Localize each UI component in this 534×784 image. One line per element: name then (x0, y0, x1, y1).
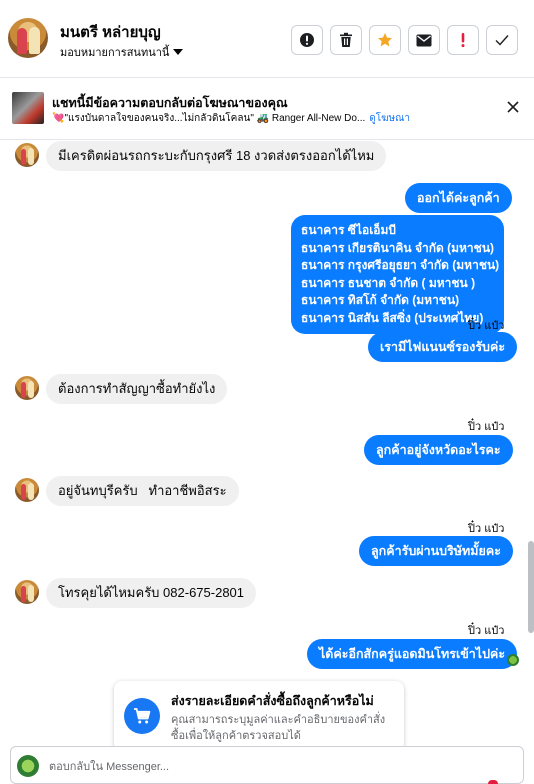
view-ad-link[interactable]: ดูโฆษณา (369, 113, 410, 124)
reply-composer[interactable]: ตอบกลับใน Messenger... (10, 746, 524, 784)
spam-button[interactable] (447, 25, 479, 55)
customer-avatar-small (15, 580, 39, 604)
bank-line: ธนาคาร ทิสโก้ จำกัด (มหาชน) (301, 293, 460, 307)
customer-avatar[interactable] (8, 18, 48, 58)
red-exclamation-icon (461, 33, 465, 48)
trash-icon (340, 32, 352, 47)
outgoing-message: ลูกค้ารับผ่านบริษัทมั้ยคะ (359, 536, 513, 566)
delete-button[interactable] (330, 25, 362, 55)
assign-conversation-dropdown[interactable]: มอบหมายการสนทนานี้ (60, 43, 184, 61)
outgoing-message: ได้ค่ะอีกสักครู่แอดมินโทรเข้าไปค่ะ (307, 639, 518, 669)
checkmark-icon (495, 35, 509, 46)
seen-indicator: ปิ๋ว แป๋ว (468, 625, 505, 637)
incoming-message: อยู่จันทบุรีครับ ทำอาชีพอิสระ (46, 476, 239, 506)
exclamation-circle-icon (300, 33, 314, 47)
seen-indicator: ปิ๋ว แป๋ว (468, 523, 505, 535)
incoming-message: โทรคุยได้ไหมครับ 082-675-2801 (46, 578, 257, 608)
order-card-title: ส่งรายละเอียดคำสั่งซื้อถึงลูกค้าหรือไม่ (171, 694, 374, 708)
incoming-message: ต้องการทำสัญญาซื้อทำยังไง (46, 374, 228, 404)
scrollbar[interactable] (528, 541, 534, 633)
customer-name[interactable]: มนตรี หล่ายบุญ (60, 20, 161, 44)
alert-button[interactable] (291, 25, 323, 55)
avatar-figure (29, 27, 40, 54)
reply-input[interactable]: ตอบกลับใน Messenger... (49, 757, 169, 775)
chevron-down-icon (173, 49, 184, 55)
ad-reply-banner: แชทนี้มีข้อความตอบกลับต่อโฆษณาของคุณ 💘"แ… (0, 78, 534, 140)
bank-line: ธนาคาร นิสสัน ลีสซิ่ง (ประเทศไทย) (301, 310, 484, 325)
customer-avatar-small (15, 143, 39, 167)
order-details-card[interactable]: ส่งรายละเอียดคำสั่งซื้อถึงลูกค้าหรือไม่ … (114, 681, 404, 751)
outgoing-message: ออกได้ค่ะลูกค้า (405, 183, 512, 213)
notification-dot (488, 780, 498, 784)
bank-line: ธนาคาร ธนชาต จำกัด ( มหาชน ) (301, 275, 476, 290)
incoming-message: มีเครดิตผ่อนรถกระบะกับกรุงศรี 18 งวดส่งต… (46, 141, 387, 171)
bank-line: ธนาคาร ซีไอเอ็มบี (301, 223, 397, 237)
mail-button[interactable] (408, 25, 440, 55)
ad-text: 💘"แรงบันดาลใจของคนจริง...ไม่กลัวดินโคลน"… (52, 113, 366, 124)
done-button[interactable] (486, 25, 518, 55)
ad-thumbnail[interactable] (12, 92, 44, 124)
conversation-header: มนตรี หล่ายบุญ มอบหมายการสนทนานี้ (0, 0, 534, 78)
avatar-figure (17, 28, 27, 54)
outgoing-message: เรามีไฟแนนซ์รองรับค่ะ (368, 332, 518, 362)
ad-banner-subtitle: 💘"แรงบันดาลใจของคนจริง...ไม่กลัวดินโคลน"… (52, 111, 410, 126)
customer-avatar-small (15, 376, 39, 400)
seen-indicator: ปิ๋ว แป๋ว (468, 421, 505, 433)
star-button[interactable] (369, 25, 401, 55)
assign-label: มอบหมายการสนทนานี้ (60, 47, 170, 59)
customer-avatar-small (15, 478, 39, 502)
bank-line: ธนาคาร เกียรตินาคิน จำกัด (มหาชน) (301, 240, 495, 255)
ad-banner-title: แชทนี้มีข้อความตอบกลับต่อโฆษณาของคุณ (52, 96, 288, 110)
order-card-description: คุณสามารถระบุมูลค่าและคำอธิบายของคำสั่งซ… (171, 714, 386, 742)
star-icon (378, 33, 392, 47)
header-actions (291, 25, 518, 55)
page-avatar (17, 755, 39, 777)
close-icon[interactable] (506, 100, 520, 114)
read-receipt-avatar (507, 654, 519, 666)
shopping-cart-icon (124, 698, 160, 734)
outgoing-message: ลูกค้าอยู่จังหวัดอะไรคะ (364, 435, 513, 465)
bank-line: ธนาคาร กรุงศรีอยุธยา จำกัด (มหาชน) (301, 258, 500, 272)
envelope-icon (416, 34, 432, 46)
